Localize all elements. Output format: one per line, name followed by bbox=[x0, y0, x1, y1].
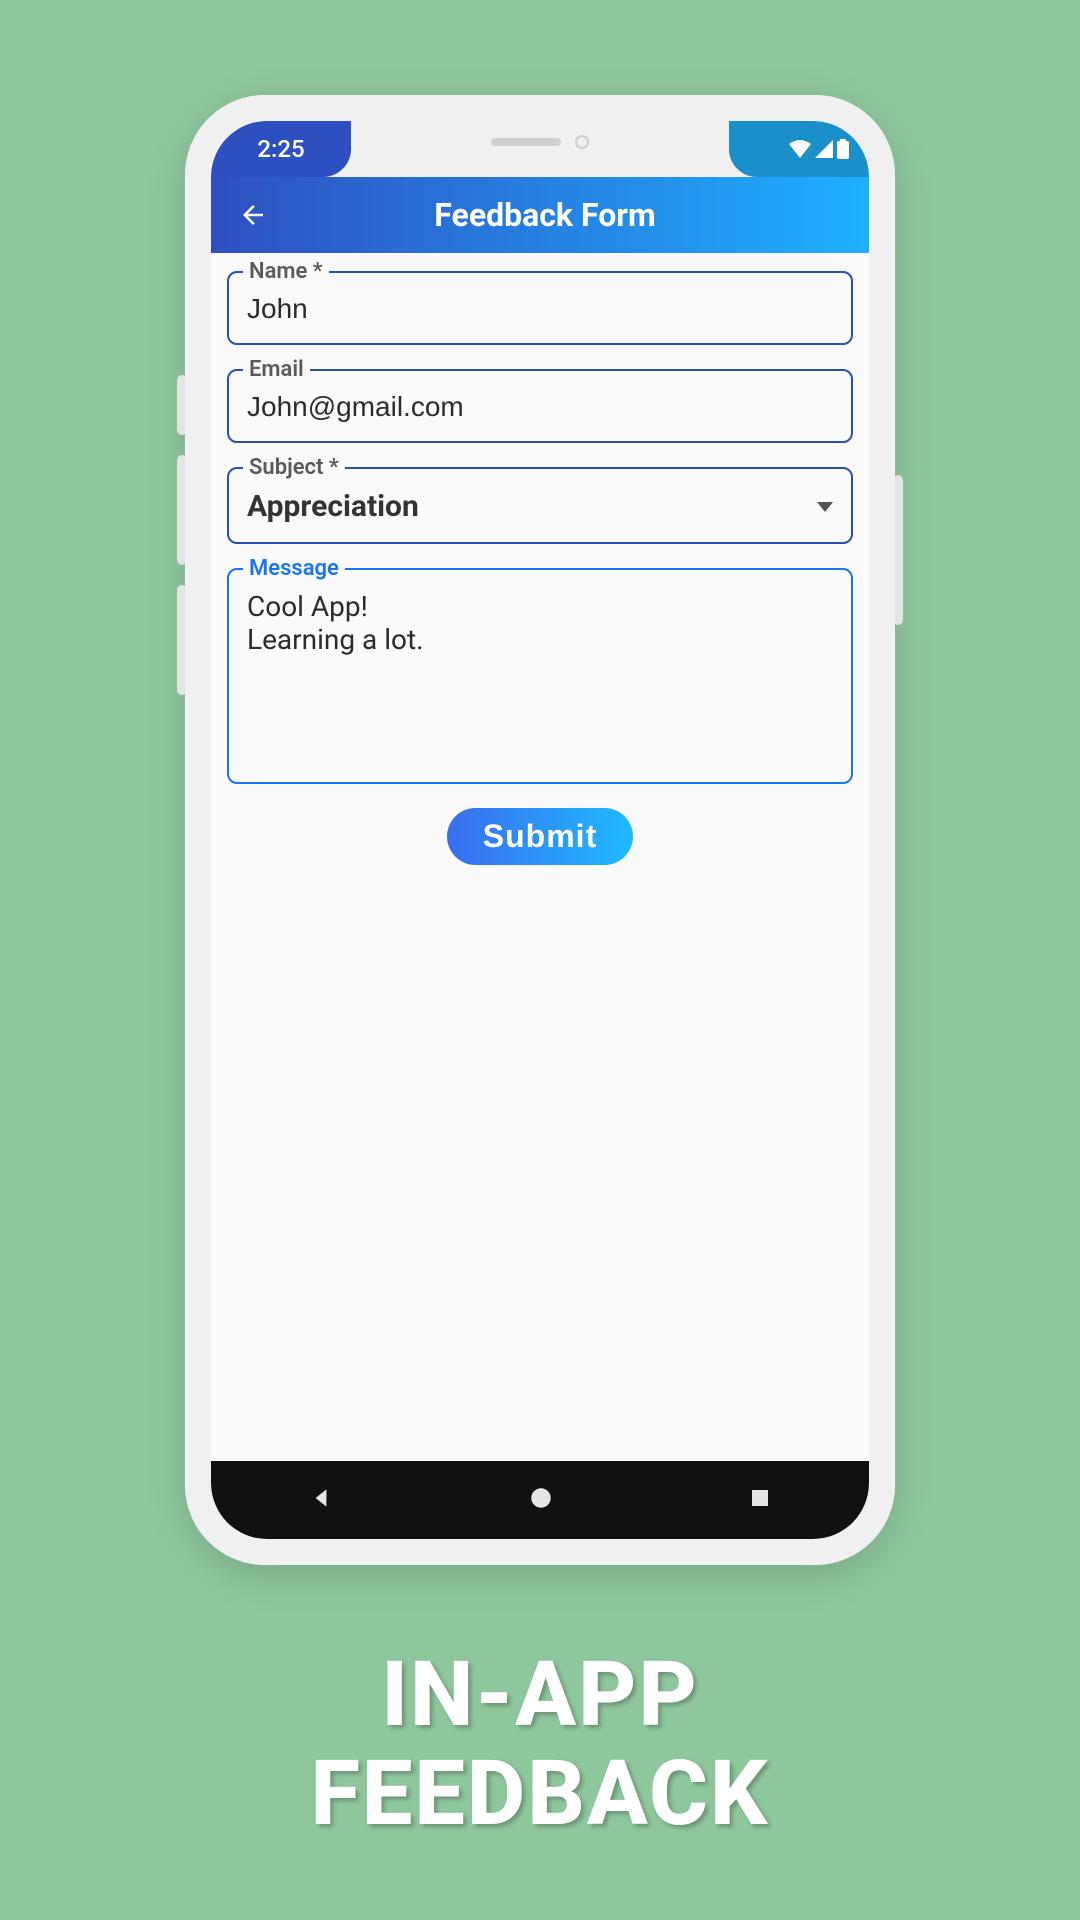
email-field-container: Email bbox=[227, 369, 853, 443]
feedback-form: Name * Email Subject * Appreciation Mess… bbox=[211, 253, 869, 883]
appbar: Feedback Form bbox=[211, 177, 869, 253]
phone-side-button bbox=[177, 375, 187, 435]
marketing-line1: IN-APP bbox=[311, 1645, 770, 1744]
name-input[interactable] bbox=[247, 293, 833, 325]
name-label: Name * bbox=[243, 259, 329, 284]
marketing-line2: FEEDBACK bbox=[311, 1744, 770, 1843]
message-field-container: Message bbox=[227, 568, 853, 784]
cellular-signal-icon bbox=[815, 140, 833, 158]
page-title: Feedback Form bbox=[285, 196, 805, 234]
phone-power-button bbox=[893, 475, 903, 625]
message-label: Message bbox=[243, 556, 345, 581]
statusbar-time: 2:25 bbox=[211, 121, 351, 177]
email-input[interactable] bbox=[247, 391, 833, 423]
back-button[interactable] bbox=[231, 193, 275, 237]
phone-frame: 2:25 Feedback Form Name * bbox=[185, 95, 895, 1565]
phone-volume-up bbox=[177, 455, 187, 565]
nav-home-icon[interactable] bbox=[528, 1485, 554, 1515]
phone-volume-down bbox=[177, 585, 187, 695]
wifi-icon bbox=[789, 140, 811, 158]
arrow-left-icon bbox=[238, 200, 268, 230]
submit-button[interactable]: Submit bbox=[447, 808, 633, 865]
phone-notch bbox=[410, 121, 670, 163]
subject-select[interactable]: Appreciation bbox=[247, 489, 833, 524]
statusbar-icons bbox=[729, 121, 869, 177]
android-nav-bar bbox=[211, 1461, 869, 1539]
nav-back-icon[interactable] bbox=[308, 1485, 334, 1515]
subject-label: Subject * bbox=[243, 455, 345, 480]
marketing-headline: IN-APP FEEDBACK bbox=[311, 1645, 770, 1843]
nav-recent-icon[interactable] bbox=[748, 1486, 772, 1514]
message-input[interactable] bbox=[247, 590, 833, 760]
subject-field-container[interactable]: Subject * Appreciation bbox=[227, 467, 853, 544]
email-label: Email bbox=[243, 357, 310, 382]
front-camera bbox=[575, 135, 589, 149]
name-field-container: Name * bbox=[227, 271, 853, 345]
speaker-grill bbox=[491, 138, 561, 146]
phone-screen: 2:25 Feedback Form Name * bbox=[211, 121, 869, 1539]
subject-value: Appreciation bbox=[247, 489, 419, 524]
chevron-down-icon bbox=[817, 502, 833, 512]
battery-icon bbox=[837, 139, 849, 159]
